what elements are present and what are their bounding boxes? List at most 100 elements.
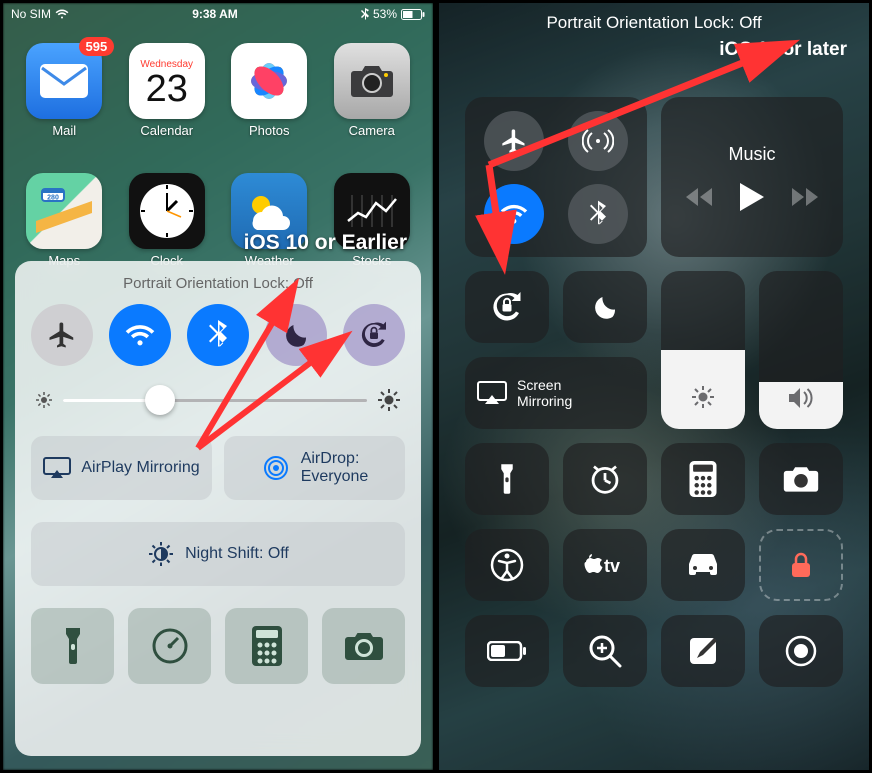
moon-icon (281, 320, 311, 350)
volume-icon (787, 386, 815, 410)
bluetooth-toggle[interactable] (187, 304, 249, 366)
app-mail[interactable]: 595 Mail (20, 43, 108, 138)
apple-tv-tile[interactable]: tv (563, 529, 647, 601)
airdrop-label: AirDrop: (301, 450, 360, 467)
sun-large-icon (377, 388, 401, 412)
camera-shortcut[interactable] (322, 608, 405, 684)
flashlight-icon (498, 461, 516, 497)
status-bar: No SIM 9:38 AM 53% (3, 3, 433, 25)
apple-tv-icon: tv (581, 552, 629, 578)
flashlight-shortcut[interactable] (31, 608, 114, 684)
record-icon (784, 634, 818, 668)
app-clock[interactable]: Clock (123, 173, 211, 268)
airplay-icon (477, 381, 507, 405)
accessibility-icon (490, 548, 524, 582)
app-calendar[interactable]: Wednesday 23 Calendar (123, 43, 211, 138)
bluetooth-toggle[interactable] (568, 184, 628, 244)
brightness-slider[interactable] (661, 271, 745, 429)
cellular-toggle[interactable] (568, 111, 628, 171)
wifi-toggle[interactable] (484, 184, 544, 244)
airplane-icon (500, 127, 528, 155)
battery-icon (401, 9, 425, 20)
calculator-icon (252, 626, 282, 666)
airdrop-icon (261, 453, 291, 483)
control-center-ios10: Portrait Orientation Lock: Off (15, 261, 421, 756)
car-icon (683, 552, 723, 578)
camera-icon (348, 63, 396, 99)
notes-icon (687, 635, 719, 667)
timer-icon (150, 626, 190, 666)
app-label: Calendar (140, 123, 193, 138)
dnd-toggle[interactable] (563, 271, 647, 343)
calculator-icon (689, 461, 717, 497)
play-icon[interactable] (740, 183, 764, 211)
photos-icon (243, 55, 295, 107)
airplane-toggle[interactable] (31, 304, 93, 366)
battery-text: 53% (373, 7, 397, 21)
wifi-icon (124, 322, 156, 348)
app-photos[interactable]: Photos (225, 43, 313, 138)
wifi-icon (499, 202, 529, 226)
airdrop-button[interactable]: AirDrop:Everyone (224, 436, 405, 500)
brightness-thumb[interactable] (145, 385, 175, 415)
annotation-ios10: iOS 10 or Earlier (244, 231, 407, 255)
svg-text:280: 280 (47, 195, 59, 202)
night-shift-button[interactable]: Night Shift: Off (31, 522, 405, 586)
app-camera[interactable]: Camera (328, 43, 416, 138)
volume-slider[interactable] (759, 271, 843, 429)
prev-icon[interactable] (686, 188, 712, 206)
airplane-toggle[interactable] (484, 111, 544, 171)
ios10-pane: No SIM 9:38 AM 53% 595 Mail Wednesday 23… (0, 0, 436, 773)
app-maps[interactable]: 280 Maps (20, 173, 108, 268)
app-label: Mail (52, 123, 76, 138)
dnd-toggle[interactable] (265, 304, 327, 366)
bluetooth-icon (590, 200, 606, 228)
screen-record-tile[interactable] (759, 615, 843, 687)
night-shift-icon (147, 540, 175, 568)
accessibility-tile[interactable] (465, 529, 549, 601)
airdrop-value: Everyone (301, 468, 369, 485)
alarm-icon (588, 462, 622, 496)
ios11-pane: Portrait Orientation Lock: Off iOS 11 or… (436, 0, 872, 773)
brightness-track[interactable] (63, 399, 367, 402)
magnifier-tile[interactable] (563, 615, 647, 687)
orientation-lock-toggle[interactable] (465, 271, 549, 343)
low-power-tile[interactable] (465, 615, 549, 687)
notes-tile[interactable] (661, 615, 745, 687)
camera-tile[interactable] (759, 443, 843, 515)
music-card[interactable]: Music (661, 97, 843, 257)
camera-icon (782, 464, 820, 494)
orientation-lock-toggle[interactable] (343, 304, 405, 366)
timer-shortcut[interactable] (128, 608, 211, 684)
app-label: Camera (349, 123, 395, 138)
control-center-ios11: Music Scre (465, 97, 843, 756)
airplay-button[interactable]: AirPlay Mirroring (31, 436, 212, 500)
carplay-tile[interactable] (661, 529, 745, 601)
calendar-date: 23 (146, 70, 188, 108)
svg-text:tv: tv (604, 556, 620, 576)
calculator-tile[interactable] (661, 443, 745, 515)
connectivity-card[interactable] (465, 97, 647, 257)
cellular-icon (582, 127, 614, 155)
orientation-lock-status: Portrait Orientation Lock: Off (439, 13, 869, 33)
timer-tile[interactable] (563, 443, 647, 515)
sun-icon (690, 384, 716, 410)
weather-icon (243, 191, 295, 231)
guided-access-tile[interactable] (759, 529, 843, 601)
next-icon[interactable] (792, 188, 818, 206)
screen-mirroring-button[interactable]: Screen Mirroring (465, 357, 647, 429)
orientation-lock-status: Portrait Orientation Lock: Off (31, 275, 405, 292)
brightness-slider[interactable] (35, 388, 401, 412)
battery-icon (487, 641, 527, 661)
lock-icon (790, 551, 812, 579)
flashlight-tile[interactable] (465, 443, 549, 515)
music-title: Music (728, 144, 775, 165)
flashlight-icon (62, 626, 84, 666)
clock-text: 9:38 AM (192, 7, 238, 21)
wifi-toggle[interactable] (109, 304, 171, 366)
airplay-icon (43, 457, 71, 479)
bluetooth-icon (209, 320, 227, 350)
home-row-1: 595 Mail Wednesday 23 Calendar (3, 43, 433, 138)
calculator-shortcut[interactable] (225, 608, 308, 684)
orientation-lock-icon (358, 319, 390, 351)
